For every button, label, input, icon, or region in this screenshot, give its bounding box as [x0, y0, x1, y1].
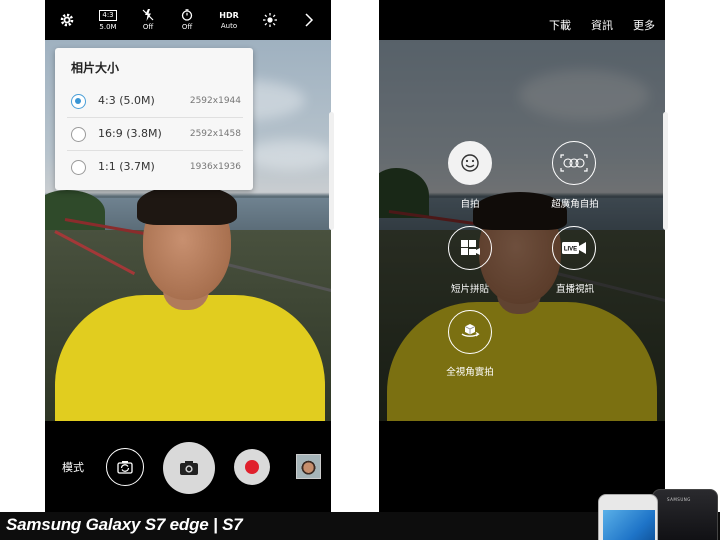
right-camera-screen: 下載 資訊 更多 自拍 超廣角自拍 短片拼貼 LIVE 直播視訊 全視角實拍 [379, 0, 665, 512]
panorama-360-icon [461, 324, 480, 337]
picture-size-option-4-3[interactable]: 4:3 (5.0M) 2592x1944 [55, 85, 253, 117]
caption-text: Samsung Galaxy S7 edge | S7 [6, 515, 243, 534]
radio-unselected[interactable] [71, 127, 86, 142]
mode-selfie-button[interactable] [448, 141, 492, 185]
wide-selfie-icon [560, 154, 588, 172]
device-image-front [598, 494, 658, 540]
option-resolution: 2592x1944 [189, 96, 241, 106]
timer-icon [181, 9, 193, 21]
hdr-label: Auto [220, 21, 238, 30]
option-label: 16:9 (3.8M) [98, 127, 162, 140]
device-screen [603, 510, 655, 540]
record-dot-icon [245, 460, 259, 474]
timer-label: Off [181, 23, 193, 31]
mode-video-collage-button[interactable] [448, 226, 492, 270]
gallery-thumbnail[interactable] [296, 454, 321, 479]
picture-size-value: 5.0M [99, 22, 117, 31]
edge-panel-handle[interactable] [329, 112, 334, 230]
more-button[interactable]: 更多 [633, 17, 655, 33]
option-label: 4:3 (5.0M) [98, 94, 155, 107]
timer-button[interactable]: Off [177, 0, 197, 40]
cloud [245, 140, 331, 170]
left-camera-screen: 4:3 5.0M Off Off HDR Auto 相片大小 4:3 (5.0M… [45, 0, 331, 512]
chevron-right-icon [305, 13, 314, 27]
picture-size-popup: 相片大小 4:3 (5.0M) 2592x1944 16:9 (3.8M) 25… [55, 48, 253, 190]
device-image-back: SAMSUNG [652, 489, 718, 540]
mode-live-broadcast-label: 直播視訊 [555, 284, 594, 295]
gear-icon [60, 13, 74, 27]
edge-panel-handle[interactable] [663, 112, 668, 230]
mode-panorama-360-button[interactable] [448, 310, 492, 354]
popup-title: 相片大小 [71, 61, 120, 75]
camera-icon [180, 461, 198, 475]
mode-wide-selfie-button[interactable] [552, 141, 596, 185]
live-badge-text: LIVE [564, 247, 577, 253]
camera-bottom-controls: 模式 [45, 421, 331, 512]
device-brand: SAMSUNG [667, 497, 691, 502]
hdr-button[interactable]: HDR Auto [217, 0, 241, 40]
flash-button[interactable]: Off [138, 0, 158, 40]
flash-off-icon [142, 9, 154, 21]
smiley-icon [461, 154, 479, 172]
live-broadcast-icon: LIVE [562, 242, 586, 254]
mode-top-toolbar: 下載 資訊 更多 [379, 0, 665, 40]
switch-camera-button[interactable] [106, 448, 144, 486]
mode-video-collage-label: 短片拼貼 [450, 284, 489, 295]
radio-selected[interactable] [71, 94, 86, 109]
info-button[interactable]: 資訊 [591, 17, 613, 33]
filter-icon [263, 13, 277, 27]
settings-button[interactable] [57, 0, 77, 40]
option-resolution: 1936x1936 [189, 162, 241, 172]
camera-viewfinder[interactable] [379, 40, 665, 421]
hdr-title: HDR [219, 10, 239, 20]
picture-size-option-16-9[interactable]: 16:9 (3.8M) 2592x1458 [55, 118, 253, 150]
download-button[interactable]: 下載 [549, 17, 571, 33]
mode-button[interactable]: 模式 [62, 459, 84, 475]
person-shirt [55, 295, 325, 421]
switch-camera-icon [117, 461, 133, 474]
shutter-button[interactable] [163, 442, 215, 494]
flash-label: Off [142, 23, 154, 31]
dim-overlay [379, 40, 665, 421]
mode-live-broadcast-button[interactable]: LIVE [552, 226, 596, 270]
record-video-button[interactable] [234, 449, 270, 485]
person-hair [137, 185, 237, 225]
option-label: 1:1 (3.7M) [98, 160, 155, 173]
mode-selfie-label: 自拍 [460, 199, 480, 210]
video-collage-icon [461, 240, 480, 255]
camera-top-toolbar: 4:3 5.0M Off Off HDR Auto [45, 0, 331, 40]
filter-button[interactable] [260, 0, 280, 40]
picture-size-badge: 4:3 [99, 9, 117, 21]
mode-wide-selfie-label: 超廣角自拍 [551, 199, 599, 210]
picture-size-button[interactable]: 4:3 5.0M [96, 0, 120, 40]
picture-size-option-1-1[interactable]: 1:1 (3.7M) 1936x1936 [55, 151, 253, 183]
radio-unselected[interactable] [71, 160, 86, 175]
mode-panorama-360-label: 全視角實拍 [446, 367, 494, 378]
option-resolution: 2592x1458 [189, 129, 241, 139]
more-settings-button[interactable] [301, 0, 317, 40]
